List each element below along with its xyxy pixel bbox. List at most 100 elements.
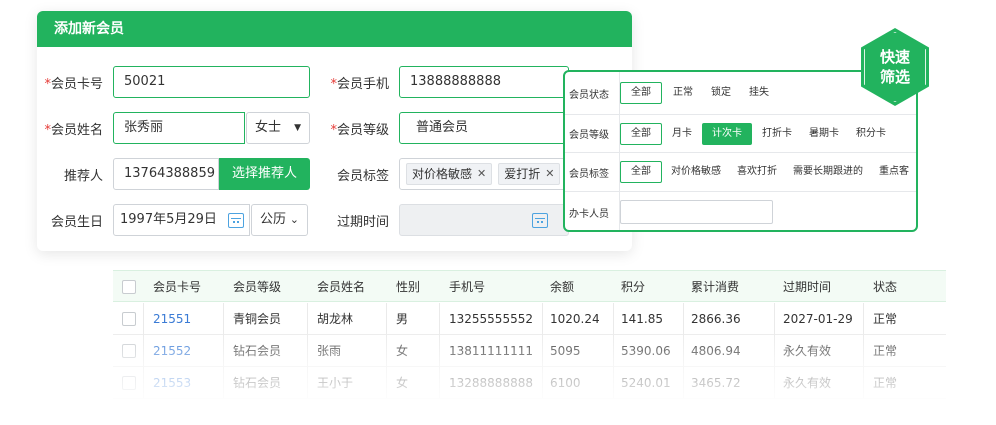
header-name[interactable]: 会员姓名 [317, 271, 365, 303]
header-level[interactable]: 会员等级 [233, 271, 281, 303]
cell-total-spend: 4806.94 [691, 344, 741, 358]
cell-points: 5390.06 [621, 344, 671, 358]
calendar-icon[interactable] [532, 213, 548, 228]
add-member-card: 添加新会员 *会员卡号 50021 *会员手机 13888888888 *会员姓… [37, 11, 632, 251]
cell-phone: 13255555552 [449, 312, 533, 326]
cell-gender: 男 [396, 312, 409, 326]
cell-card-no[interactable]: 21553 [153, 367, 191, 399]
calendar-icon[interactable] [228, 213, 244, 228]
header-expire[interactable]: 过期时间 [783, 271, 831, 303]
tags-option-follow-up[interactable]: 需要长期跟进的 [786, 161, 870, 183]
status-option-all[interactable]: 全部 [620, 82, 662, 104]
birthday-input[interactable]: 1997年5月29日 [113, 204, 250, 236]
caret-down-icon: ▼ [294, 123, 301, 133]
expire-row: 过期时间 [323, 204, 569, 236]
cell-expire: 永久有效 [783, 376, 832, 390]
tag-chip: 爱打折 ✕ [498, 163, 561, 185]
level-option-points[interactable]: 积分卡 [849, 123, 893, 145]
phone-label: *会员手机 [330, 76, 389, 92]
tags-option-likes-discount[interactable]: 喜欢打折 [730, 161, 784, 183]
filter-level-label: 会员等级 [569, 130, 609, 141]
level-option-all[interactable]: 全部 [620, 122, 662, 145]
cell-name: 张雨 [317, 344, 342, 358]
level-option-summer[interactable]: 暑期卡 [802, 123, 846, 145]
header-card-no[interactable]: 会员卡号 [153, 271, 201, 303]
level-select[interactable]: 普通会员 [399, 112, 569, 144]
row-checkbox[interactable] [122, 376, 136, 390]
gender-select[interactable]: 女士 ▼ [246, 112, 310, 144]
phone-input[interactable]: 13888888888 [399, 66, 569, 98]
table-row[interactable]: 21552 钻石会员 张雨 女 13811111111 5095 5390.06… [113, 335, 946, 367]
cell-expire: 2027-01-29 [783, 312, 853, 326]
cell-balance: 6100 [550, 376, 581, 390]
header-gender[interactable]: 性别 [396, 271, 420, 303]
cell-gender: 女 [396, 376, 409, 390]
cell-points: 141.85 [621, 312, 663, 326]
filter-tags-row: 会员标签 全部 对价格敏感 喜欢打折 需要长期跟进的 重点客 [565, 152, 916, 192]
cell-phone: 13811111111 [449, 344, 533, 358]
filter-staff-row: 办卡人员 [565, 192, 916, 230]
cell-status: 正常 [873, 344, 898, 358]
quick-filter-panel: 会员状态 全部 正常 锁定 挂失 会员等级 全部 月卡 计次卡 打折卡 暑期卡 … [563, 70, 918, 232]
cell-name: 王小于 [317, 376, 354, 390]
tags-option-all[interactable]: 全部 [620, 161, 662, 183]
header-points[interactable]: 积分 [621, 271, 645, 303]
card-title: 添加新会员 [37, 11, 632, 47]
table-row[interactable]: 21553 钻石会员 王小于 女 13288888888 6100 5240.0… [113, 367, 946, 399]
cell-card-no[interactable]: 21551 [153, 303, 191, 335]
referrer-input[interactable]: 13764388859 [113, 158, 219, 190]
phone-row: *会员手机 13888888888 [323, 66, 569, 98]
status-option-lost[interactable]: 挂失 [742, 82, 776, 104]
calendar-type-select[interactable]: 公历 ⌄ [251, 204, 308, 236]
birthday-label: 会员生日 [50, 214, 103, 230]
select-referrer-button[interactable]: 选择推荐人 [219, 158, 310, 190]
close-icon[interactable]: ✕ [545, 159, 554, 189]
header-total-spend[interactable]: 累计消费 [691, 271, 739, 303]
cell-status: 正常 [873, 312, 898, 326]
cell-card-no[interactable]: 21552 [153, 335, 191, 367]
cell-status: 正常 [873, 376, 898, 390]
card-no-row: *会员卡号 50021 [37, 66, 310, 98]
tags-input[interactable]: 对价格敏感 ✕ 爱打折 ✕ [399, 158, 569, 190]
name-label: *会员姓名 [44, 122, 103, 138]
cell-gender: 女 [396, 344, 409, 358]
select-all-checkbox[interactable] [122, 280, 136, 294]
row-checkbox[interactable] [122, 344, 136, 358]
name-input[interactable]: 张秀丽 [113, 112, 245, 144]
cell-balance: 1020.24 [550, 312, 600, 326]
table-row[interactable]: 21551 青铜会员 胡龙林 男 13255555552 1020.24 141… [113, 303, 946, 335]
table-header: 会员卡号 会员等级 会员姓名 性别 手机号 余额 积分 累计消费 过期时间 状态 [113, 270, 946, 302]
level-option-monthly[interactable]: 月卡 [665, 123, 699, 145]
level-row: *会员等级 普通会员 [323, 112, 569, 144]
status-option-normal[interactable]: 正常 [666, 82, 700, 104]
header-balance[interactable]: 余额 [550, 271, 574, 303]
staff-input[interactable] [620, 200, 773, 224]
chevron-down-icon: ⌄ [289, 213, 299, 226]
card-no-input[interactable]: 50021 [113, 66, 310, 98]
tags-option-price-sensitive[interactable]: 对价格敏感 [664, 161, 728, 183]
filter-tags-label: 会员标签 [569, 168, 609, 180]
header-phone[interactable]: 手机号 [449, 271, 485, 303]
header-status[interactable]: 状态 [873, 271, 897, 303]
cell-level: 钻石会员 [233, 376, 282, 390]
row-checkbox[interactable] [122, 312, 136, 326]
cell-name: 胡龙林 [317, 312, 354, 326]
referrer-label: 推荐人 [63, 168, 103, 184]
cell-total-spend: 2866.36 [691, 312, 741, 326]
status-option-locked[interactable]: 锁定 [704, 82, 738, 104]
expire-input[interactable] [399, 204, 569, 236]
tags-option-key-customer[interactable]: 重点客 [872, 161, 916, 183]
level-option-discount[interactable]: 打折卡 [755, 123, 799, 145]
tag-chip: 对价格敏感 ✕ [406, 163, 493, 185]
cell-level: 钻石会员 [233, 344, 282, 358]
cell-level: 青铜会员 [233, 312, 282, 326]
close-icon[interactable]: ✕ [477, 159, 486, 189]
app-stage: 添加新会员 *会员卡号 50021 *会员手机 13888888888 *会员姓… [0, 0, 996, 425]
cell-total-spend: 3465.72 [691, 376, 741, 390]
level-option-count-card[interactable]: 计次卡 [702, 122, 752, 145]
level-label: *会员等级 [330, 122, 389, 138]
name-row: *会员姓名 张秀丽 女士 ▼ [37, 112, 310, 144]
tags-row: 会员标签 对价格敏感 ✕ 爱打折 ✕ [323, 158, 569, 190]
card-no-label: *会员卡号 [44, 76, 103, 92]
cell-phone: 13288888888 [449, 376, 533, 390]
